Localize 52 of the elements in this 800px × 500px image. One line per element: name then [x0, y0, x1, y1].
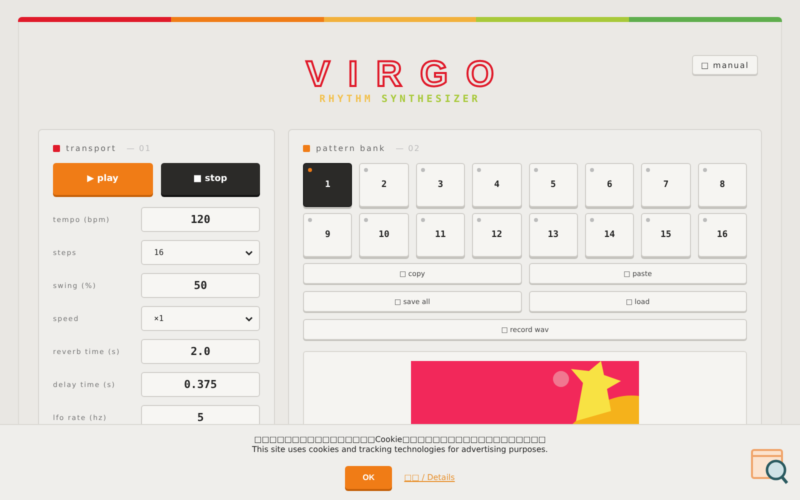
pad-indicator-icon [477, 168, 482, 172]
pad-indicator-icon [646, 168, 650, 172]
number-input[interactable]: 0.375 [141, 372, 260, 397]
browser-search-icon[interactable] [750, 446, 790, 486]
cookie-notice: This site uses cookies and tracking technologies for advertising purposes. [252, 445, 548, 455]
pad-indicator-icon [702, 218, 707, 222]
pad-indicator-icon [646, 218, 650, 222]
pad-indicator-icon [420, 168, 425, 172]
number-input[interactable]: 120 [141, 207, 260, 232]
logo-subtitle: SYNTHESIZER [381, 94, 481, 105]
logo-subtitle: RHYTHM [319, 94, 374, 105]
pattern-pad[interactable]: 10 [359, 213, 409, 257]
pattern-pad[interactable]: 9 [303, 213, 352, 257]
pattern-pad[interactable]: 3 [416, 163, 466, 207]
chevron-down-icon [245, 250, 253, 256]
stop-button[interactable]: ■ stop [160, 163, 260, 195]
pad-indicator-icon [420, 218, 425, 222]
pattern-pad[interactable]: 2 [359, 163, 409, 207]
panel-marker-icon [53, 144, 60, 152]
pattern-pad[interactable]: 4 [472, 163, 522, 207]
pad-indicator-icon [702, 168, 707, 172]
pattern-pad[interactable]: 8 [698, 163, 747, 207]
pattern-pad[interactable]: 11 [416, 213, 466, 257]
select-field[interactable]: ×1 [141, 306, 260, 331]
pattern-pad[interactable]: 5 [528, 163, 578, 207]
pattern-pad[interactable]: 6 [584, 163, 634, 207]
pad-indicator-icon [534, 168, 538, 172]
chevron-down-icon [245, 316, 253, 322]
number-input[interactable]: 2.0 [141, 339, 260, 364]
pattern-pad[interactable]: 7 [641, 163, 691, 207]
pad-indicator-icon [590, 168, 594, 172]
pattern-pad[interactable]: 13 [528, 213, 578, 257]
number-input[interactable]: 50 [141, 273, 260, 298]
app-logo: VIRGO [304, 56, 512, 92]
pad-indicator-icon [477, 218, 482, 222]
pattern-pad[interactable]: 1 [303, 163, 352, 207]
manual-button[interactable]: □ manual [692, 55, 758, 75]
panel-title: transport [66, 144, 116, 152]
panel-title: pattern bank [316, 144, 386, 152]
pad-indicator-icon [308, 218, 312, 222]
panel-marker-icon [303, 144, 310, 152]
pattern-pad[interactable]: 16 [698, 213, 747, 257]
pad-indicator-icon [534, 218, 538, 222]
pad-indicator-icon [308, 168, 312, 172]
select-field[interactable]: 16 [141, 240, 260, 265]
cookie-notice-japanese: □□□□□□□□□□□□□□□□Cookie□□□□□□□□□□□□□□□□□□□ [254, 435, 546, 445]
pattern-pad[interactable]: 14 [584, 213, 634, 257]
pad-indicator-icon [590, 218, 594, 222]
pad-indicator-icon [364, 218, 368, 222]
pad-indicator-icon [364, 168, 368, 172]
pattern-pad[interactable]: 12 [472, 213, 522, 257]
pattern-pad[interactable]: 15 [641, 213, 691, 257]
